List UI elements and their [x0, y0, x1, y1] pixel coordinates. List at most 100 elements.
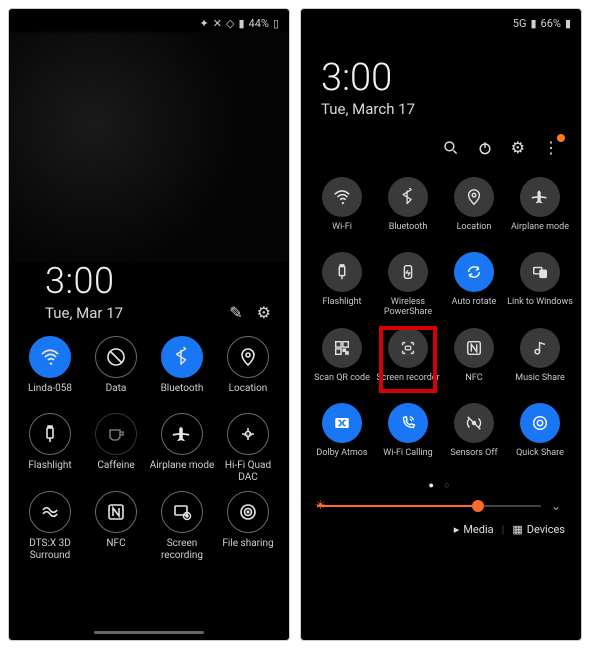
tile-airplane-mode[interactable]: Airplane mode — [507, 177, 573, 242]
panel-controls: ⚙ ⋮ — [301, 124, 581, 167]
media-button[interactable]: ▸Media — [454, 523, 494, 536]
clock-time: 3:00 — [45, 260, 123, 302]
tile-file-sharing[interactable]: File sharing — [215, 491, 281, 561]
signal-icon: ▮ — [238, 17, 244, 30]
settings-icon[interactable]: ⚙ — [257, 303, 271, 322]
tile-label: Wireless PowerShare — [375, 297, 441, 318]
tile-scan-qr-code[interactable]: Scan QR code — [309, 328, 375, 393]
tile-label: Flashlight — [323, 297, 362, 317]
vibrate-icon: ✦ — [200, 17, 209, 30]
tile-label: Data — [106, 383, 127, 405]
file-sharing-icon[interactable] — [227, 491, 269, 533]
navigation-bar[interactable] — [94, 631, 204, 634]
airplane-icon[interactable] — [161, 413, 203, 455]
airplane-icon[interactable] — [520, 177, 560, 217]
tile-bluetooth[interactable]: Bluetooth — [149, 336, 215, 405]
tile-label: Location — [229, 383, 268, 405]
tile-wi-fi-calling[interactable]: Wi-Fi Calling — [375, 403, 441, 468]
tile-music-share[interactable]: Music Share — [507, 328, 573, 393]
tile-nfc[interactable]: NFC — [83, 491, 149, 561]
tile-caffeine[interactable]: Caffeine — [83, 413, 149, 483]
tile-flashlight[interactable]: Flashlight — [17, 413, 83, 483]
wifi-calling-icon[interactable] — [388, 403, 428, 443]
phone-left: ✦ ✕ ◇ ▮ 44% ▯ 3:00 Tue, Mar 17 ✎ ⚙ Linda… — [8, 8, 290, 641]
settings-icon[interactable]: ⚙ — [511, 138, 525, 157]
brightness-slider[interactable]: ☀ — [317, 499, 541, 513]
power-icon[interactable] — [477, 140, 493, 156]
quick-settings-grid: Wi-Fi Bluetooth Location Airplane mode Flash… — [301, 167, 581, 478]
screen-recording-icon[interactable] — [161, 491, 203, 533]
quick-share-icon[interactable] — [520, 403, 560, 443]
tile-airplane-mode[interactable]: Airplane mode — [149, 413, 215, 483]
tile-screen-recording[interactable]: Screen recording — [149, 491, 215, 561]
tile-sensors-off[interactable]: Sensors Off — [441, 403, 507, 468]
highlight-screen-recorder — [379, 326, 437, 393]
dts-icon[interactable] — [29, 491, 71, 533]
caffeine-icon[interactable] — [95, 413, 137, 455]
nfc-icon[interactable] — [454, 328, 494, 368]
tile-dts-x-3d-surround[interactable]: DTS:X 3D Surround — [17, 491, 83, 561]
tile-quick-share[interactable]: Quick Share — [507, 403, 573, 468]
tile-wireless-powershare[interactable]: Wireless PowerShare — [375, 252, 441, 318]
link-windows-icon[interactable] — [520, 252, 560, 292]
autorotate-icon[interactable] — [454, 252, 494, 292]
battery-percent: 66% — [541, 17, 561, 30]
notification-area — [9, 32, 289, 262]
powershare-icon[interactable] — [388, 252, 428, 292]
tile-label: NFC — [106, 538, 125, 560]
expand-brightness-icon[interactable]: ⌄ — [547, 499, 565, 513]
data-icon[interactable] — [95, 336, 137, 378]
dolby-icon[interactable] — [322, 403, 362, 443]
location-icon[interactable] — [454, 177, 494, 217]
wifi-icon[interactable] — [29, 336, 71, 378]
signal-icon: ▮ — [530, 17, 536, 30]
tile-label: Quick Share — [516, 448, 564, 468]
battery-icon: ▯ — [273, 17, 279, 30]
tile-location[interactable]: Location — [215, 336, 281, 405]
tile-bluetooth[interactable]: Bluetooth — [375, 177, 441, 242]
tile-nfc[interactable]: NFC — [441, 328, 507, 393]
flashlight-icon[interactable] — [29, 413, 71, 455]
notification-badge — [557, 134, 565, 142]
tile-location[interactable]: Location — [441, 177, 507, 242]
tile-label: Music Share — [515, 373, 565, 393]
bluetooth-icon[interactable] — [388, 177, 428, 217]
network-label: 5G — [513, 17, 527, 30]
status-bar: ✦ ✕ ◇ ▮ 44% ▯ — [9, 9, 289, 32]
tile-linda-058[interactable]: Linda-058 — [17, 336, 83, 405]
location-icon[interactable] — [227, 336, 269, 378]
mute-icon: ✕ — [213, 17, 222, 30]
tile-auto-rotate[interactable]: Auto rotate — [441, 252, 507, 318]
tile-label: Location — [457, 222, 492, 242]
devices-button[interactable]: ▦Devices — [512, 523, 565, 536]
tile-hi-fi-quad-dac[interactable]: Hi-Fi Quad DAC — [215, 413, 281, 483]
tile-label: Auto rotate — [452, 297, 497, 317]
page-indicator: ● ○ — [301, 478, 581, 495]
search-icon[interactable] — [443, 140, 459, 156]
tile-label: Flashlight — [28, 460, 71, 482]
tile-data[interactable]: Data — [83, 336, 149, 405]
tile-label: Sensors Off — [450, 448, 497, 468]
tile-label: Caffeine — [97, 460, 134, 482]
quick-settings-grid: Linda-058 Data Bluetooth Location Flashlight… — [9, 322, 289, 567]
bluetooth-icon[interactable] — [161, 336, 203, 378]
sensors-off-icon[interactable] — [454, 403, 494, 443]
flashlight-icon[interactable] — [322, 252, 362, 292]
status-bar: 5G ▮ 66% ▮ — [301, 9, 581, 32]
wifi-icon[interactable] — [322, 177, 362, 217]
tile-flashlight[interactable]: Flashlight — [309, 252, 375, 318]
tile-link-to-windows[interactable]: Link to Windows — [507, 252, 573, 318]
tile-label: Hi-Fi Quad DAC — [215, 460, 281, 483]
brightness-row: ☀ ⌄ — [301, 495, 581, 517]
battery-icon: ▮ — [565, 17, 571, 30]
tile-dolby-atmos[interactable]: Dolby Atmos — [309, 403, 375, 468]
music-share-icon[interactable] — [520, 328, 560, 368]
qr-icon[interactable] — [322, 328, 362, 368]
hifi-icon[interactable] — [227, 413, 269, 455]
nfc-icon[interactable] — [95, 491, 137, 533]
more-icon[interactable]: ⋮ — [543, 138, 559, 157]
tile-label: Bluetooth — [389, 222, 428, 242]
tile-wi-fi[interactable]: Wi-Fi — [309, 177, 375, 242]
edit-icon[interactable]: ✎ — [229, 303, 242, 322]
tile-label: Wi-Fi — [332, 222, 352, 242]
